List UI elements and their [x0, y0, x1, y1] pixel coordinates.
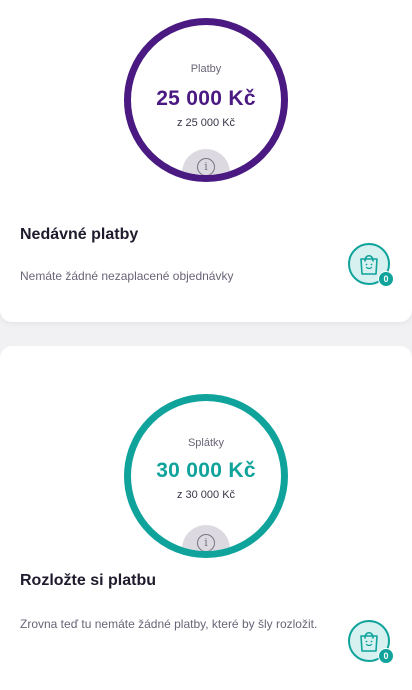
count-badge: 0 [378, 271, 394, 287]
orders-badge[interactable]: 0 [348, 243, 394, 287]
section-title: Nedávné platby [20, 226, 139, 243]
section-text: Zrovna teď tu nemáte žádné platby, které… [20, 617, 318, 631]
gauge-label: Platby [190, 63, 222, 75]
gauge-label: Splátky [187, 437, 225, 449]
payments-limit-gauge: Platby 25 000 Kč z 25 000 Kč i [124, 18, 288, 182]
gauge-amount: 25 000 Kč [156, 87, 256, 110]
section-title: Rozložte si platbu [20, 572, 156, 589]
installments-card: Splátky 30 000 Kč z 30 000 Kč i Rozložte… [0, 346, 412, 690]
gauge-total: z 30 000 Kč [176, 489, 236, 501]
gauge-amount: 30 000 Kč [156, 459, 256, 482]
section-text: Nemáte žádné nezaplacené objednávky [20, 269, 234, 283]
info-icon[interactable]: i [197, 534, 215, 551]
installments-limit-gauge: Splátky 30 000 Kč z 30 000 Kč i [124, 394, 288, 558]
info-icon[interactable]: i [197, 158, 215, 175]
shopping-bag-icon [360, 254, 378, 275]
info-button[interactable]: i [182, 525, 230, 551]
payments-card: Platby 25 000 Kč z 25 000 Kč i Nedávné p… [0, 0, 412, 322]
gauge-total: z 25 000 Kč [176, 117, 236, 129]
orders-badge[interactable]: 0 [348, 620, 394, 664]
info-button[interactable]: i [182, 149, 230, 175]
shopping-bag-icon [360, 631, 378, 652]
count-badge: 0 [378, 648, 394, 664]
